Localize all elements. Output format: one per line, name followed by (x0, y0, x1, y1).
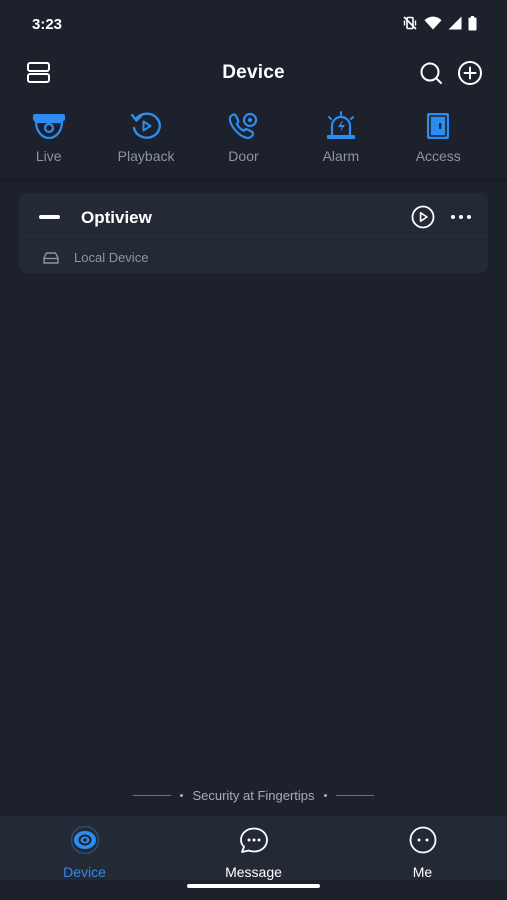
device-group-name[interactable]: Optiview (81, 208, 152, 228)
quick-label-door: Door (228, 148, 259, 164)
alarm-icon (321, 110, 361, 142)
status-bar: 3:23 (0, 0, 507, 50)
slogan: Security at Fingertips (0, 786, 507, 804)
quick-label-live: Live (35, 148, 62, 164)
playback-icon (126, 110, 166, 142)
top-app-bar: Device (0, 50, 507, 96)
quick-label-alarm: Alarm (322, 148, 360, 164)
signal-icon (448, 16, 462, 30)
nav-label-message: Message (225, 864, 282, 880)
slogan-dot-left (180, 793, 184, 797)
quick-item-live[interactable]: Live (0, 110, 97, 176)
nav-item-device[interactable]: Device (0, 816, 169, 880)
status-icons (402, 15, 477, 31)
slogan-dot-right (323, 793, 327, 797)
door-phone-icon (223, 110, 263, 142)
nav-item-me[interactable]: Me (338, 816, 507, 880)
device-tab-icon (69, 825, 101, 859)
quick-item-alarm[interactable]: Alarm (292, 110, 389, 176)
quick-item-playback[interactable]: Playback (97, 110, 194, 176)
nav-label-me: Me (412, 864, 433, 880)
vibrate-off-icon (402, 15, 418, 31)
play-icon[interactable] (411, 205, 435, 234)
slogan-line-left (133, 794, 172, 796)
camera-icon (29, 110, 69, 142)
more-icon[interactable] (449, 206, 473, 228)
quick-label-access: Access (415, 148, 461, 164)
quick-menu: Live Playback Door Alarm Access (0, 110, 507, 176)
card-divider (19, 236, 488, 237)
quick-label-playback: Playback (117, 148, 175, 164)
status-time: 3:23 (32, 16, 63, 33)
quick-item-access[interactable]: Access (390, 110, 487, 176)
collapse-icon[interactable] (39, 215, 60, 219)
search-icon[interactable] (418, 60, 444, 86)
local-device-label[interactable]: Local Device (74, 250, 148, 265)
home-indicator[interactable] (187, 884, 320, 888)
battery-icon (468, 15, 477, 31)
section-divider (0, 178, 507, 182)
me-tab-icon (407, 826, 439, 859)
device-screen: 3:23 Device Live Playback Door Alarm Acc… (0, 0, 507, 900)
quick-item-door[interactable]: Door (195, 110, 292, 176)
bottom-nav: Device Message Me (0, 816, 507, 880)
local-device-icon (42, 250, 60, 271)
access-icon (418, 110, 458, 142)
message-tab-icon (238, 826, 270, 859)
nav-item-message[interactable]: Message (169, 816, 338, 880)
slogan-text: Security at Fingertips (192, 787, 315, 803)
device-group-card: Optiview Local Device (19, 193, 488, 273)
slogan-line-right (335, 794, 374, 796)
add-icon[interactable] (457, 60, 483, 86)
nav-label-device: Device (63, 864, 106, 880)
wifi-icon (424, 16, 442, 30)
